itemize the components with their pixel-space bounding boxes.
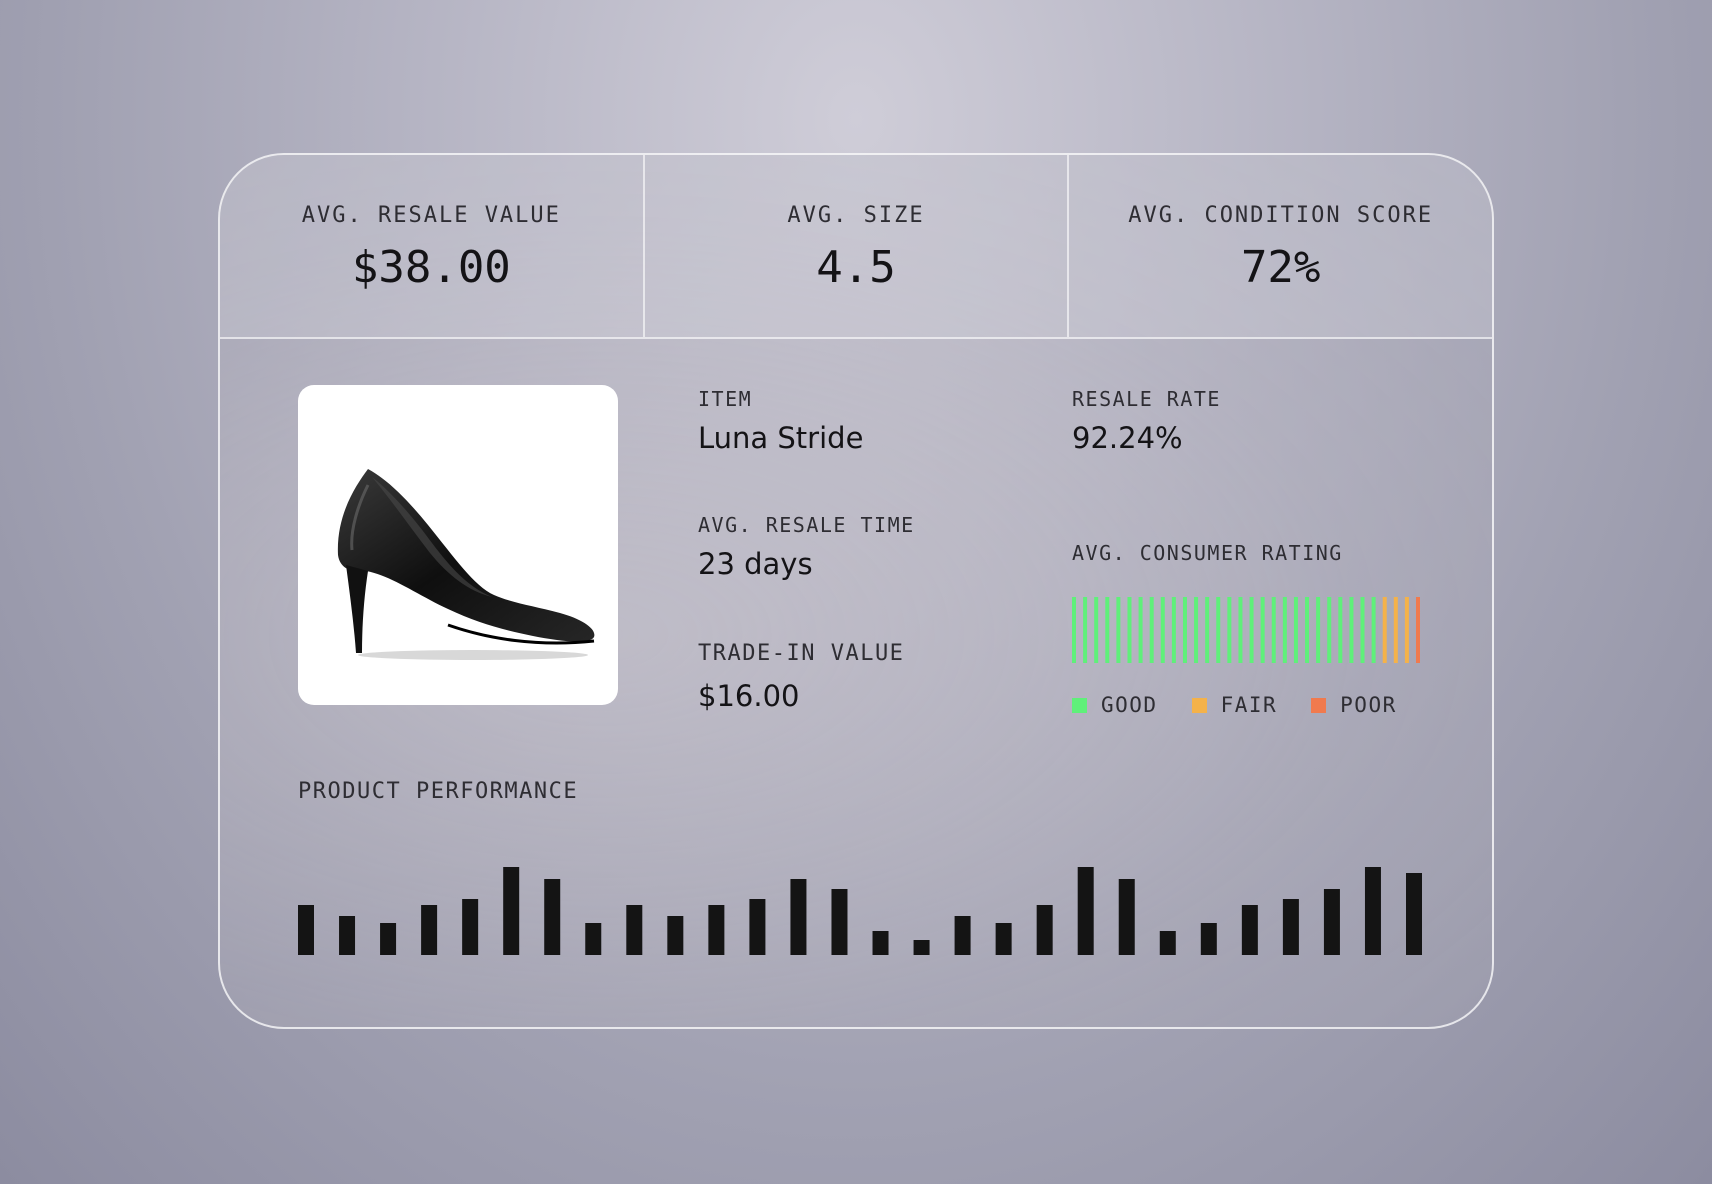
rating-stripe-good xyxy=(1182,597,1187,663)
stats-row: AVG. RESALE VALUE $38.00 AVG. SIZE 4.5 A… xyxy=(220,155,1492,339)
rating-stripe-good xyxy=(1293,597,1298,663)
performance-title: PRODUCT PERFORMANCE xyxy=(298,779,579,804)
rating-stripe-good xyxy=(1327,597,1332,663)
performance-bar xyxy=(1159,931,1176,955)
performance-bar xyxy=(1118,879,1135,955)
performance-bar xyxy=(831,889,848,955)
rating-stripe-good xyxy=(1271,597,1276,663)
performance-bar xyxy=(1241,905,1258,955)
stat-label: AVG. CONDITION SCORE xyxy=(1128,203,1434,228)
stat-label: AVG. SIZE xyxy=(787,203,925,228)
rating-stripe-good xyxy=(1205,597,1210,663)
rating-stripe-good xyxy=(1216,597,1221,663)
product-card: AVG. RESALE VALUE $38.00 AVG. SIZE 4.5 A… xyxy=(218,153,1494,1029)
stat-avg-resale-value: AVG. RESALE VALUE $38.00 xyxy=(220,155,643,337)
rating-stripe-good xyxy=(1338,597,1343,663)
rating-stripe-good xyxy=(1072,597,1076,663)
performance-bar xyxy=(544,879,561,955)
performance-bar xyxy=(339,916,356,955)
trade-in-label: TRADE-IN VALUE xyxy=(698,641,905,666)
legend-label: POOR xyxy=(1340,693,1397,717)
rating-stripe-good xyxy=(1371,597,1376,663)
rating-stripe-good xyxy=(1127,597,1132,663)
performance-bar xyxy=(462,899,479,955)
performance-bar xyxy=(954,916,971,955)
rating-stripe-good xyxy=(1149,597,1154,663)
performance-bar xyxy=(749,899,766,955)
performance-bar xyxy=(995,923,1012,955)
performance-bar xyxy=(1077,867,1094,955)
performance-bar xyxy=(1364,867,1381,955)
legend-item-poor: POOR xyxy=(1311,693,1397,717)
performance-bar xyxy=(1323,889,1340,955)
resale-rate-value: 92.24% xyxy=(1072,421,1183,455)
stat-avg-size: AVG. SIZE 4.5 xyxy=(642,155,1068,337)
stat-value: $38.00 xyxy=(351,242,511,293)
rating-stripe-good xyxy=(1227,597,1232,663)
rating-stripe-fair xyxy=(1382,597,1387,663)
rating-stripe-good xyxy=(1249,597,1254,663)
stat-avg-condition-score: AVG. CONDITION SCORE 72% xyxy=(1067,155,1492,337)
rating-stripe-good xyxy=(1282,597,1287,663)
legend-item-good: GOOD xyxy=(1072,693,1158,717)
item-value: Luna Stride xyxy=(698,421,864,455)
product-photo xyxy=(298,385,618,705)
rating-stripe-good xyxy=(1160,597,1165,663)
trade-in-value: $16.00 xyxy=(698,679,800,713)
performance-bar xyxy=(1282,899,1299,955)
legend-label: FAIR xyxy=(1220,693,1278,717)
stat-value: 72% xyxy=(1240,242,1321,293)
legend-swatch-poor xyxy=(1311,697,1327,713)
performance-bar xyxy=(380,923,397,955)
legend-swatch-fair xyxy=(1191,697,1207,713)
legend-label: GOOD xyxy=(1101,693,1158,717)
rating-stripe-good xyxy=(1138,597,1143,663)
performance-bar xyxy=(421,905,438,955)
item-label: ITEM xyxy=(698,387,753,411)
resale-rate-label: RESALE RATE xyxy=(1072,387,1221,411)
rating-stripe-good xyxy=(1238,597,1243,663)
performance-bar xyxy=(503,867,520,955)
resale-time-value: 23 days xyxy=(698,547,813,581)
rating-stripe-good xyxy=(1349,597,1354,663)
performance-bar xyxy=(1036,905,1053,955)
rating-legend: GOOD FAIR POOR xyxy=(1072,693,1397,717)
rating-stripe-good xyxy=(1105,597,1110,663)
performance-bar xyxy=(1406,873,1422,955)
rating-stripe-good xyxy=(1305,597,1310,663)
stat-value: 4.5 xyxy=(816,242,896,293)
performance-bar xyxy=(667,916,684,955)
legend-swatch-good xyxy=(1072,697,1087,713)
performance-bar xyxy=(298,905,314,955)
rating-stripe-good xyxy=(1194,597,1199,663)
legend-item-fair: FAIR xyxy=(1191,693,1278,717)
stat-label: AVG. RESALE VALUE xyxy=(301,203,561,228)
rating-stripe-poor xyxy=(1416,597,1420,663)
rating-stripe-good xyxy=(1260,597,1265,663)
rating-stripe-good xyxy=(1116,597,1121,663)
performance-bar xyxy=(585,923,602,955)
consumer-rating-bars xyxy=(1072,597,1420,663)
consumer-rating-label: AVG. CONSUMER RATING xyxy=(1072,541,1343,565)
high-heel-shoe-icon xyxy=(337,469,595,660)
rating-stripe-good xyxy=(1360,597,1365,663)
performance-bar xyxy=(790,879,807,955)
performance-bar xyxy=(708,905,725,955)
rating-stripe-fair xyxy=(1404,597,1409,663)
performance-bar xyxy=(872,931,889,955)
rating-stripe-good xyxy=(1083,597,1088,663)
rating-stripe-good xyxy=(1316,597,1321,663)
product-performance-chart xyxy=(298,867,1422,955)
performance-bar xyxy=(626,905,643,955)
rating-stripe-good xyxy=(1094,597,1099,663)
rating-stripe-good xyxy=(1171,597,1176,663)
rating-stripe-fair xyxy=(1393,597,1398,663)
resale-time-label: AVG. RESALE TIME xyxy=(698,513,915,537)
performance-bar xyxy=(913,940,930,955)
performance-bar xyxy=(1200,923,1217,955)
